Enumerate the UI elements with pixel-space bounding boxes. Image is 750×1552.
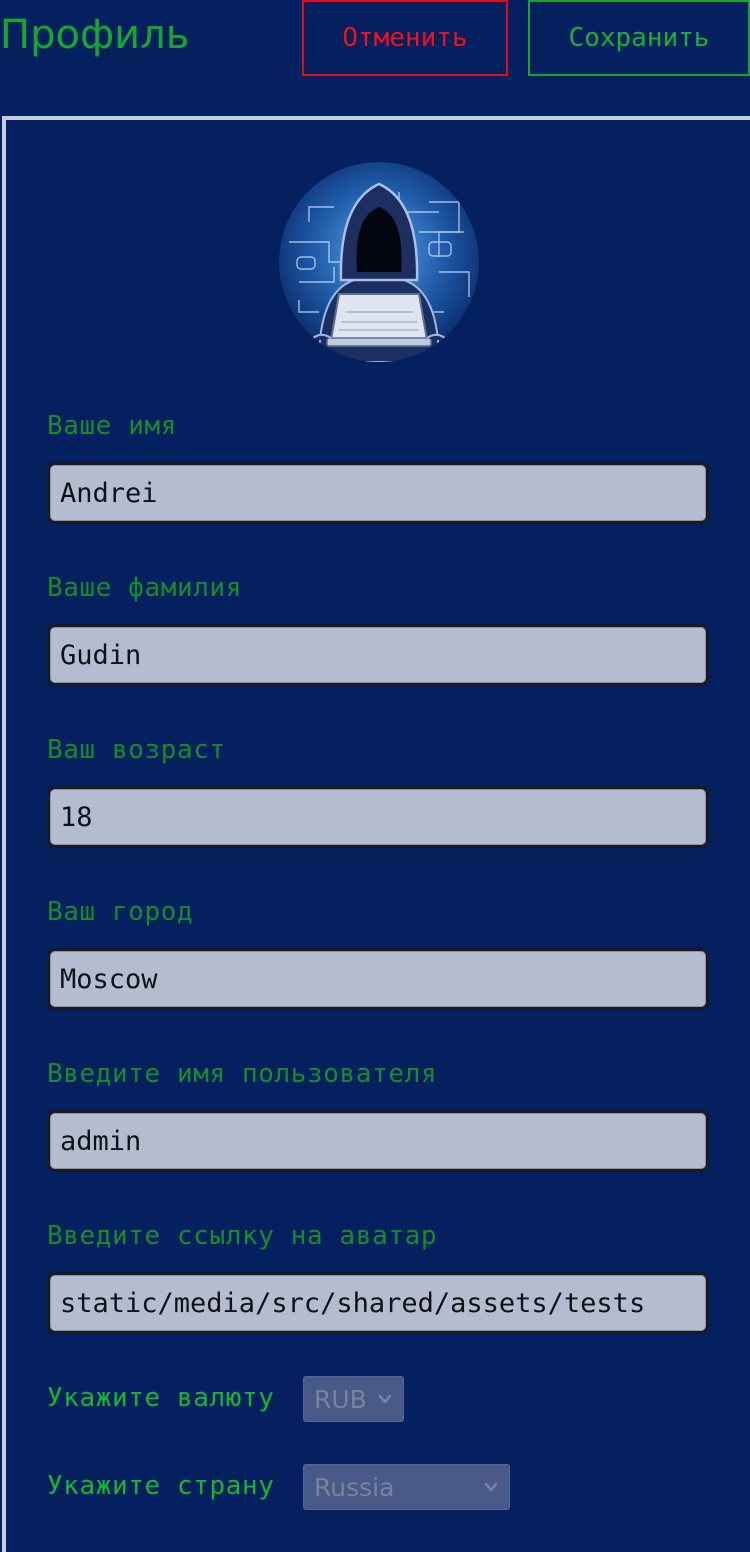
age-label: Ваш возраст — [47, 735, 226, 765]
country-selected-value: Russia — [314, 1472, 395, 1502]
avatar — [279, 162, 479, 362]
avatar-url-label: Введите ссылку на аватар — [47, 1221, 438, 1251]
username-input[interactable] — [47, 1110, 709, 1172]
username-label: Введите имя пользователя — [47, 1059, 438, 1089]
save-button[interactable]: Сохранить — [528, 0, 750, 76]
first-name-input[interactable] — [47, 462, 709, 524]
chevron-down-icon — [484, 1482, 498, 1492]
hacker-avatar-icon — [279, 162, 479, 362]
profile-card: Ваше имя Ваше фамилия Ваш возраст Ваш го… — [2, 116, 750, 1552]
currency-selected-value: RUB — [314, 1384, 367, 1414]
age-input[interactable] — [47, 786, 709, 848]
city-input[interactable] — [47, 948, 709, 1010]
city-label: Ваш город — [47, 897, 194, 927]
cancel-button[interactable]: Отменить — [302, 0, 508, 76]
last-name-input[interactable] — [47, 624, 709, 686]
currency-label: Укажите валюту — [47, 1383, 275, 1413]
country-label: Укажите страну — [47, 1471, 275, 1501]
page-title: Профиль — [0, 12, 190, 58]
chevron-down-icon — [378, 1394, 392, 1404]
first-name-label: Ваше имя — [47, 411, 178, 441]
avatar-url-input[interactable] — [47, 1272, 709, 1334]
last-name-label: Ваше фамилия — [47, 573, 243, 603]
currency-select[interactable]: RUB — [303, 1376, 404, 1422]
country-select[interactable]: Russia — [303, 1464, 510, 1510]
